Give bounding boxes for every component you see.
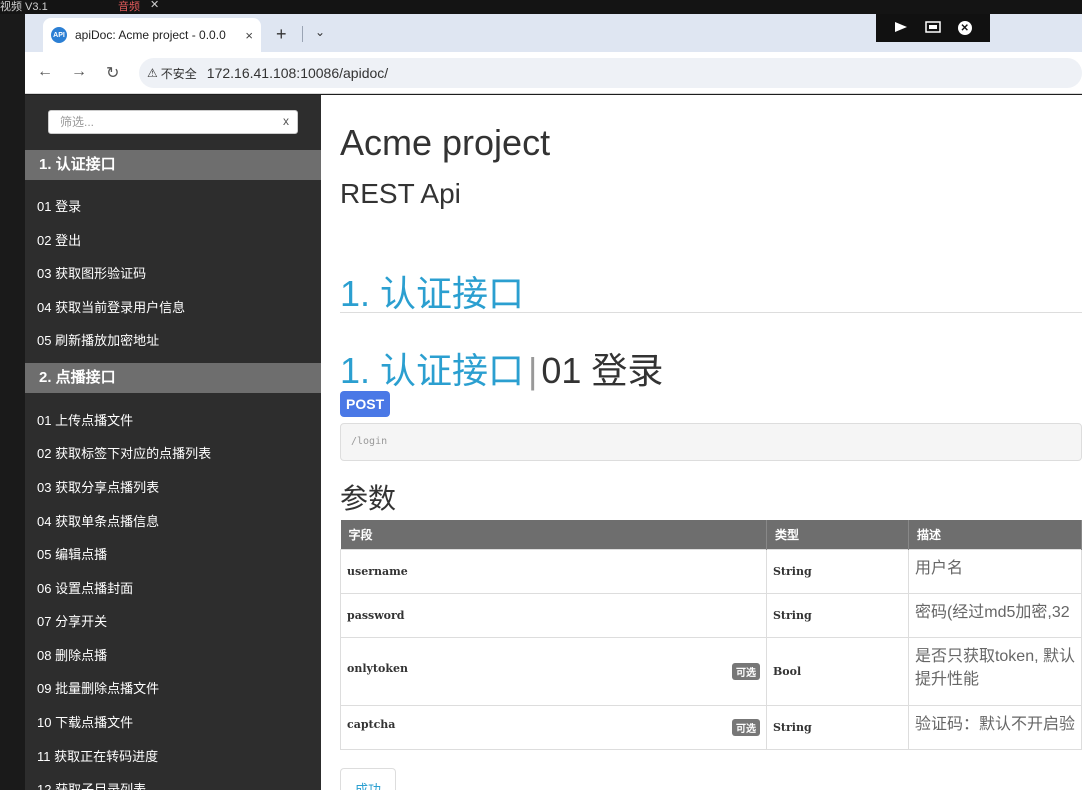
reload-button[interactable]: ↻ — [106, 63, 119, 83]
param-type: String — [765, 704, 909, 750]
warning-icon: ⚠ — [147, 66, 158, 80]
section-title: 1. 认证接口 — [340, 273, 525, 314]
main-content: Acme project REST Api 1. 认证接口 1. 认证接口 | 01… — [321, 95, 1082, 790]
param-field: onlytoken 可选 — [340, 636, 767, 706]
nav-group-vod[interactable]: 2. 点播接口 — [25, 363, 321, 393]
param-desc-line: 提升性能 — [914, 670, 979, 688]
api-favicon-icon: API — [51, 27, 67, 43]
param-desc: 用户名 — [907, 548, 1082, 594]
params-table: 字段 类型 描述 username String 用户名 password St… — [340, 520, 1082, 750]
nav-item-vod[interactable]: 02 获取标签下对应的点播列表 — [37, 443, 211, 462]
screen-share-overlay: ✕ — [876, 14, 990, 42]
nav-item-vod[interactable]: 03 获取分享点播列表 — [37, 477, 159, 496]
forward-button[interactable]: → — [71, 63, 87, 81]
param-field-name: password — [347, 608, 405, 622]
url-text[interactable]: 172.16.41.108:10086/apidoc/ — [207, 65, 388, 81]
table-header-desc: 描述 — [908, 520, 1082, 549]
param-desc: 密码(经过md5加密,32 — [907, 592, 1082, 638]
nav-item-captcha[interactable]: 03 获取图形验证码 — [37, 263, 146, 282]
browser-tab[interactable]: API apiDoc: Acme project - 0.0.0 × — [43, 18, 261, 52]
tab-strip: API apiDoc: Acme project - 0.0.0 × + ⌄ ✕ — [25, 14, 1082, 52]
param-desc: 是否只获取token, 默认 提升性能 — [907, 636, 1082, 706]
param-field-name: onlytoken — [347, 662, 408, 675]
api-heading-separator: | — [528, 350, 538, 391]
nav-item-vod[interactable]: 11 获取正在转码进度 — [37, 746, 158, 765]
filter-box: x — [48, 110, 298, 134]
tab-separator — [302, 26, 303, 42]
param-field-name: username — [347, 564, 408, 578]
table-header-type: 类型 — [766, 520, 909, 549]
topbar-close-icon[interactable]: ✕ — [150, 0, 159, 11]
insecure-label[interactable]: 不安全 — [161, 65, 197, 82]
omnibox[interactable]: ⚠ 不安全 172.16.41.108:10086/apidoc/ — [139, 58, 1082, 88]
params-heading: 参数 — [340, 483, 397, 514]
screen-icon[interactable] — [925, 20, 941, 36]
param-type: Bool — [765, 636, 909, 706]
api-heading: 1. 认证接口 | 01 登录 — [340, 342, 663, 394]
api-name: 01 登录 — [541, 350, 664, 391]
nav-item-vod[interactable]: 04 获取单条点播信息 — [37, 511, 159, 530]
nav-item-vod[interactable]: 08 删除点播 — [37, 645, 107, 664]
table-row: password String 密码(经过md5加密,32 — [340, 592, 1082, 638]
http-method-badge: POST — [340, 391, 391, 417]
nav-item-logout[interactable]: 02 登出 — [37, 230, 81, 249]
param-field: password — [340, 592, 767, 638]
nav-item-current-user[interactable]: 04 获取当前登录用户信息 — [37, 297, 185, 316]
tab-close-icon[interactable]: × — [245, 28, 253, 43]
nav-item-vod[interactable]: 10 下载点播文件 — [37, 712, 133, 731]
project-subtitle: REST Api — [340, 178, 461, 209]
left-app-strip — [0, 14, 25, 790]
nav-item-vod[interactable]: 07 分享开关 — [37, 611, 107, 630]
param-desc-line: 是否只获取token, 默认 — [914, 647, 1075, 665]
param-field: captcha 可选 — [340, 704, 767, 750]
nav-item-vod[interactable]: 05 编辑点播 — [37, 544, 107, 563]
nav-item-vod[interactable]: 12 获取子目录列表 — [37, 779, 146, 790]
topbar-fragment: 音频 — [118, 1, 140, 13]
param-field-name: captcha — [347, 718, 396, 731]
api-group-name: 1. 认证接口 — [340, 350, 525, 391]
success-tab[interactable]: 成功 — [340, 768, 396, 790]
os-top-bar: 视频 V3.1 音频 ✕ — [0, 0, 1082, 14]
sidebar: x 1. 认证接口 01 登录 02 登出 03 获取图形验证码 04 获取当前… — [25, 95, 321, 790]
param-desc: 验证码：默认不开启验 — [907, 704, 1082, 750]
endpoint-path: /login — [340, 423, 1082, 461]
param-type: String — [765, 592, 909, 638]
new-tab-button[interactable]: + — [276, 24, 287, 45]
param-field: username — [340, 548, 767, 594]
nav-item-login[interactable]: 01 登录 — [37, 196, 81, 215]
filter-input[interactable] — [49, 111, 297, 133]
back-button[interactable]: ← — [37, 63, 53, 81]
param-type: String — [765, 548, 909, 594]
address-bar-row: ← → ↻ ⚠ 不安全 172.16.41.108:10086/apidoc/ — [25, 52, 1082, 94]
topbar-fragment: 视频 V3.1 — [0, 1, 48, 13]
nav-item-refresh-url[interactable]: 05 刷新播放加密地址 — [37, 330, 159, 349]
table-row: captcha 可选 String 验证码：默认不开启验 — [340, 704, 1082, 750]
optional-badge: 可选 — [731, 663, 760, 680]
cursor-icon[interactable] — [894, 21, 908, 36]
nav-item-vod[interactable]: 09 批量删除点播文件 — [37, 678, 159, 697]
section-divider — [340, 312, 1082, 313]
filter-clear-button[interactable]: x — [283, 114, 289, 128]
close-circle-icon[interactable]: ✕ — [957, 21, 972, 35]
tab-title: apiDoc: Acme project - 0.0.0 — [75, 28, 226, 42]
tab-search-icon[interactable]: ⌄ — [315, 25, 325, 39]
optional-badge: 可选 — [731, 719, 760, 736]
table-row: username String 用户名 — [340, 548, 1082, 594]
table-header-field: 字段 — [340, 520, 767, 549]
table-row: onlytoken 可选 Bool 是否只获取token, 默认 提升性能 — [340, 636, 1082, 706]
nav-group-auth[interactable]: 1. 认证接口 — [25, 150, 321, 180]
nav-item-vod[interactable]: 06 设置点播封面 — [37, 578, 133, 597]
nav-item-vod[interactable]: 01 上传点播文件 — [37, 410, 133, 429]
project-title: Acme project — [340, 122, 551, 163]
